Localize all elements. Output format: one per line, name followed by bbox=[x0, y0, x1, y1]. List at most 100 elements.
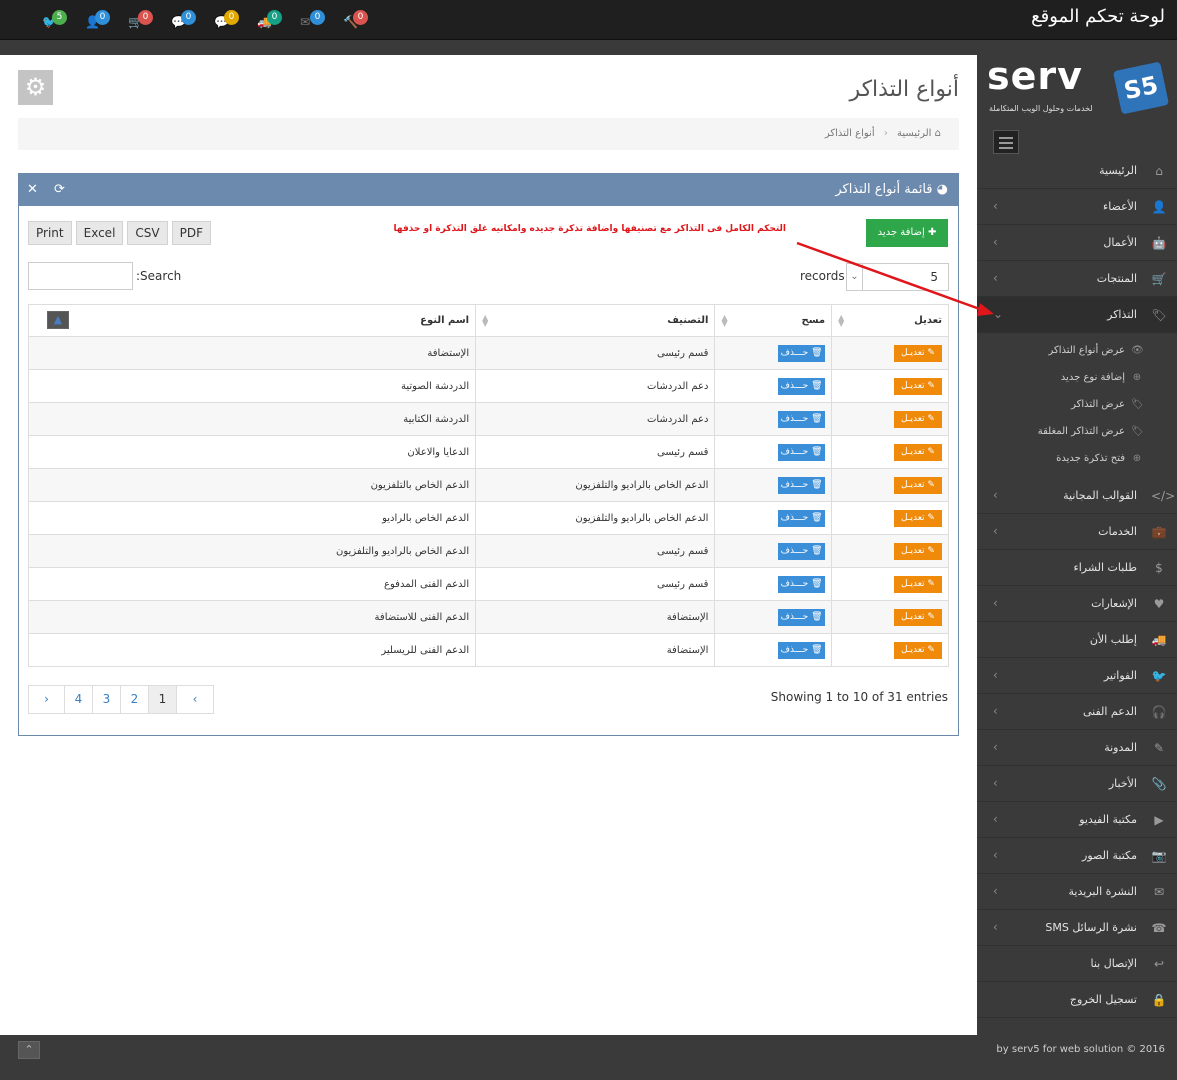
user-icon: 👤 bbox=[1151, 200, 1167, 214]
delete-label: حـــذف bbox=[780, 611, 809, 622]
submenu-item-0[interactable]: 👁 عرض أنواع التذاكر bbox=[977, 337, 1177, 364]
notification-envelope-icon[interactable]: ✉ 0 bbox=[296, 8, 326, 32]
export-pdf-button[interactable]: PDF bbox=[171, 221, 212, 245]
cell-category: قسم رئيسى bbox=[475, 336, 716, 370]
records-select[interactable]: ⌄ 5 bbox=[846, 263, 949, 291]
cell-name: الدعم الفنى للاستضافة bbox=[27, 600, 477, 634]
col-name-label: اسم النوع bbox=[420, 315, 470, 326]
sidebar-item-13[interactable]: 📎 الأخبار ‹ bbox=[977, 766, 1177, 802]
edit-button[interactable]: ✎ تعديـل bbox=[894, 410, 942, 428]
sidebar-item-4[interactable]: 🏷 التذاكر ⌄ bbox=[977, 297, 1177, 333]
sidebar-item-label: القوالب المجانية bbox=[1063, 489, 1137, 502]
panel-tools[interactable]: ✕ ⟳ bbox=[27, 182, 71, 197]
submenu-item-3[interactable]: 🏷 عرض التذاكر المغلقة bbox=[977, 418, 1177, 445]
sidebar-item-9[interactable]: 🚚 إطلب الأن bbox=[977, 622, 1177, 658]
edit-button[interactable]: ✎ تعديـل bbox=[894, 509, 942, 527]
export-csv-button[interactable]: CSV bbox=[127, 221, 168, 245]
cell-edit: ✎ تعديـل bbox=[831, 501, 949, 535]
sidebar-item-0[interactable]: ⌂ الرئيسية bbox=[977, 153, 1177, 189]
delete-button[interactable]: 🗑 حـــذف bbox=[778, 443, 826, 461]
main-content: ⚙ أنواع التذاكر ⌂ الرئيسية ‹ أنواع التذا… bbox=[0, 55, 977, 1035]
export-print-button[interactable]: Print bbox=[28, 221, 72, 245]
delete-button[interactable]: 🗑 حـــذف bbox=[778, 377, 826, 395]
sidebar-item-14[interactable]: ▶ مكتبة الفيديو ‹ bbox=[977, 802, 1177, 838]
notification-badge: 0 bbox=[95, 10, 110, 25]
delete-button[interactable]: 🗑 حـــذف bbox=[778, 509, 826, 527]
page-button-0[interactable]: › bbox=[29, 686, 65, 713]
delete-button[interactable]: 🗑 حـــذف bbox=[778, 542, 826, 560]
sidebar-item-2[interactable]: 🤖 الأعمال ‹ bbox=[977, 225, 1177, 261]
edit-button[interactable]: ✎ تعديـل bbox=[894, 443, 942, 461]
search-input[interactable] bbox=[28, 262, 133, 290]
edit-label: تعديـل bbox=[901, 644, 925, 655]
page-button-5[interactable]: ‹ bbox=[177, 686, 213, 713]
sidebar-item-15[interactable]: 📷 مكتبة الصور ‹ bbox=[977, 838, 1177, 874]
notification-truck-icon[interactable]: 🚚 0 bbox=[253, 8, 283, 32]
export-excel-button[interactable]: Excel bbox=[75, 221, 124, 245]
dollar-icon: $ bbox=[1155, 561, 1163, 575]
sidebar-item-18[interactable]: ↩ الإتصال بنا bbox=[977, 946, 1177, 982]
edit-button[interactable]: ✎ تعديـل bbox=[894, 476, 942, 494]
col-edit-header[interactable]: تعديل ▲ ▼ bbox=[831, 304, 949, 337]
page-button-2[interactable]: 3 bbox=[93, 686, 121, 713]
edit-button[interactable]: ✎ تعديـل bbox=[894, 344, 942, 362]
menu-toggle-button[interactable] bbox=[993, 130, 1019, 154]
sidebar-item-12[interactable]: ✎ المدونة ‹ bbox=[977, 730, 1177, 766]
breadcrumb: ⌂ الرئيسية ‹ أنواع التذاكر bbox=[18, 118, 959, 150]
sidebar-item-label: مكتبة الصور bbox=[1082, 849, 1137, 862]
notification-user-plus-icon[interactable]: 👤 0 bbox=[81, 8, 111, 32]
notification-cart-icon[interactable]: 🛒 0 bbox=[124, 8, 154, 32]
table-row: الدعم الخاص بالراديو والتلفزيون قسم رئيسى… bbox=[27, 534, 949, 568]
video-icon: ▶ bbox=[1154, 813, 1164, 827]
sidebar-item-1[interactable]: 👤 الأعضاء ‹ bbox=[977, 189, 1177, 225]
notification-comment-icon[interactable]: 💬 0 bbox=[167, 8, 197, 32]
page-button-1[interactable]: 4 bbox=[65, 686, 93, 713]
sidebar-item-6[interactable]: 💼 الخدمات ‹ bbox=[977, 514, 1177, 550]
delete-button[interactable]: 🗑 حـــذف bbox=[778, 641, 826, 659]
col-name-header[interactable]: اسم النوع ▲ bbox=[27, 304, 477, 337]
edit-button[interactable]: ✎ تعديـل bbox=[894, 641, 942, 659]
delete-button[interactable]: 🗑 حـــذف bbox=[778, 344, 826, 362]
app-title[interactable]: لوحة تحكم الموقع bbox=[1031, 6, 1165, 27]
panel-title-text: قائمة أنواع التذاكر bbox=[835, 182, 933, 197]
notification-gavel-icon[interactable]: 🔨 0 bbox=[339, 8, 369, 32]
notification-chat-icon[interactable]: 💬 0 bbox=[210, 8, 240, 32]
add-new-button[interactable]: ✚ إضافة جديد bbox=[866, 219, 948, 247]
delete-button[interactable]: 🗑 حـــذف bbox=[778, 575, 826, 593]
submenu-item-label: فتح تذكرة جديدة bbox=[1056, 453, 1125, 464]
sidebar-item-11[interactable]: 🎧 الدعم الفنى ‹ bbox=[977, 694, 1177, 730]
cell-edit: ✎ تعديـل bbox=[831, 534, 949, 568]
delete-button[interactable]: 🗑 حـــذف bbox=[778, 608, 826, 626]
submenu-item-1[interactable]: ⊕ إضافة نوع جديد bbox=[977, 364, 1177, 391]
page-button-3[interactable]: 2 bbox=[121, 686, 149, 713]
breadcrumb-home[interactable]: الرئيسية bbox=[897, 128, 931, 139]
edit-button[interactable]: ✎ تعديـل bbox=[894, 608, 942, 626]
edit-button[interactable]: ✎ تعديـل bbox=[894, 575, 942, 593]
submenu-item-4[interactable]: ⊕ فتح تذكرة جديدة bbox=[977, 445, 1177, 472]
edit-button[interactable]: ✎ تعديـل bbox=[894, 542, 942, 560]
settings-gear-icon[interactable]: ⚙ bbox=[18, 70, 53, 105]
delete-label: حـــذف bbox=[780, 446, 809, 457]
col-delete-header[interactable]: مسح ▲ ▼ bbox=[714, 304, 833, 337]
delete-button[interactable]: 🗑 حـــذف bbox=[778, 476, 826, 494]
notification-twitter-icon[interactable]: 🐦 5 bbox=[38, 8, 68, 32]
logo[interactable]: serv S5 لخدمات وحلول الويب المتكاملة bbox=[987, 52, 1170, 122]
sidebar-item-5[interactable]: </> القوالب المجانية ‹ bbox=[977, 478, 1177, 514]
sidebar-item-7[interactable]: $ طلبات الشراء bbox=[977, 550, 1177, 586]
sidebar-item-3[interactable]: 🛒 المنتجات ‹ bbox=[977, 261, 1177, 297]
delete-button[interactable]: 🗑 حـــذف bbox=[778, 410, 826, 428]
sidebar-item-10[interactable]: 🐦 الفواتير ‹ bbox=[977, 658, 1177, 694]
sidebar-item-16[interactable]: ✉ النشرة البريدية ‹ bbox=[977, 874, 1177, 910]
edit-button[interactable]: ✎ تعديـل bbox=[894, 377, 942, 395]
scroll-top-button[interactable]: ⌃ bbox=[18, 1041, 40, 1059]
table-row: الدعم الخاص بالراديو الدعم الخاص بالراديو… bbox=[27, 501, 949, 535]
sidebar-item-19[interactable]: 🔒 تسجيل الخروج bbox=[977, 982, 1177, 1018]
page-button-4[interactable]: 1 bbox=[149, 686, 177, 713]
col-category-header[interactable]: التصنيف ▲ ▼ bbox=[475, 304, 716, 337]
sidebar-item-label: مكتبة الفيديو bbox=[1079, 813, 1137, 826]
sidebar-item-8[interactable]: ♥ الإشعارات ‹ bbox=[977, 586, 1177, 622]
submenu-item-label: عرض التذاكر bbox=[1071, 399, 1125, 410]
submenu-item-2[interactable]: 🏷 عرض التذاكر bbox=[977, 391, 1177, 418]
chevron-left-icon: ‹ bbox=[993, 235, 998, 249]
sidebar-item-17[interactable]: ☎ نشرة الرسائل SMS ‹ bbox=[977, 910, 1177, 946]
